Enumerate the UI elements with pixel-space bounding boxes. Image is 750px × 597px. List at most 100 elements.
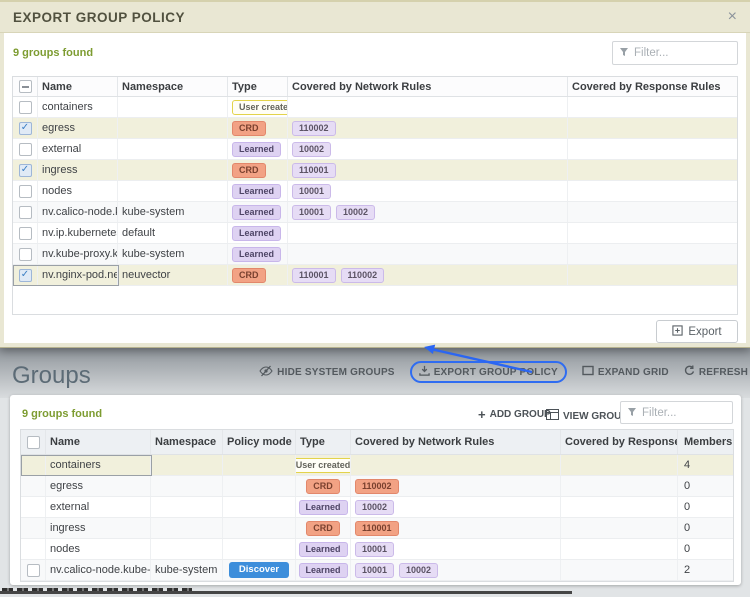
export-table-header: Name Namespace Type Covered by Network R… [13,77,737,97]
table-row[interactable]: external Learned 10002 0 [21,497,733,518]
row-checkbox[interactable] [18,142,32,156]
row-checkbox[interactable] [18,226,32,240]
table-row[interactable]: nodes Learned 10001 [13,181,737,202]
header-checkbox[interactable] [18,80,32,93]
modal-filter [612,41,738,65]
col-response-rules[interactable]: Covered by Response Rules [568,77,737,96]
table-row[interactable]: containers User created [13,97,737,118]
table-row[interactable]: ingress CRD 110001 0 [21,518,733,539]
export-group-policy-modal: EXPORT GROUP POLICY × 9 groups found Nam… [0,0,750,348]
groups-filter-input[interactable] [642,406,726,419]
rule-badge: 10002 [399,562,439,578]
type-badge: User created [296,457,350,473]
table-row[interactable]: nodes Learned 10001 0 [21,539,733,560]
groups-toolbar: HIDE SYSTEM GROUPS EXPORT GROUP POLICY E… [259,361,748,383]
type-badge: Learned [232,246,282,262]
view-group-icon [546,409,559,423]
hide-system-groups-button[interactable]: HIDE SYSTEM GROUPS [259,365,395,380]
export-button[interactable]: Export [656,320,738,343]
type-badge: Learned [232,183,282,199]
type-badge: Learned [298,562,348,578]
table-row[interactable]: ✓ nv.nginx-pod.neuv neuvector CRD 110001… [13,265,737,286]
col-type[interactable]: Type [296,430,351,454]
col-network-rules[interactable]: Covered by Network Rules [288,77,568,96]
table-row[interactable]: nv.kube-proxy.kub kube-system Learned [13,244,737,265]
rule-badge: 10001 [355,541,395,557]
col-policy-mode[interactable]: Policy mode [223,430,296,454]
expand-grid-icon [582,365,594,379]
rule-badge: 110001 [355,520,399,536]
page-title: Groups [12,362,91,389]
rule-badge: 10001 [292,183,332,199]
col-network-rules[interactable]: Covered by Network Rules [351,430,561,454]
cutoff-content-bar [0,591,572,594]
groups-filter [620,401,733,424]
row-checkbox[interactable]: ✓ [18,268,32,282]
type-badge: Learned [298,499,348,515]
row-checkbox[interactable]: ✓ [18,163,32,177]
row-checkbox[interactable] [18,184,32,198]
table-row[interactable]: external Learned 10002 [13,139,737,160]
table-row[interactable]: ✓ ingress CRD 110001 [13,160,737,181]
rule-badge: 110002 [340,267,385,283]
export-group-policy-button[interactable]: EXPORT GROUP POLICY [409,361,567,383]
modal-groups-count: 9 groups found [13,47,94,59]
type-badge: CRD [232,120,266,136]
indeterminate-mark [21,85,29,88]
table-row[interactable]: ✓ egress CRD 110002 [13,118,737,139]
export-icon [672,324,684,339]
col-response-rules[interactable]: Covered by Response R.. [561,430,678,454]
type-badge: CRD [232,267,266,283]
col-type[interactable]: Type [228,77,288,96]
filter-icon [627,404,637,422]
type-badge: Learned [298,541,348,557]
view-group-button[interactable]: VIEW GROUP [546,409,628,423]
groups-table-header: Name Namespace Policy mode Type Covered … [21,430,733,455]
modal-title: EXPORT GROUP POLICY [13,9,186,25]
table-row[interactable]: nv.calico-node.kube-sys kube-system Disc… [21,560,733,581]
header-checkbox[interactable] [26,435,40,449]
type-badge: CRD [306,478,340,494]
row-checkbox[interactable]: ✓ [18,121,32,135]
type-badge: User created [232,99,287,115]
add-group-button[interactable]: + ADD GROUP [478,406,551,422]
row-checkbox[interactable] [18,247,32,261]
close-icon[interactable]: × [728,9,737,25]
refresh-button[interactable]: REFRESH [684,365,748,379]
table-row[interactable]: containers User created 4 [21,455,733,476]
col-namespace[interactable]: Namespace [118,77,228,96]
row-checkbox[interactable] [26,563,40,577]
col-members[interactable]: Members [678,430,733,454]
type-badge: CRD [232,162,266,178]
groups-card: 9 groups found + ADD GROUP VIEW GROUP Na… [10,395,741,585]
filter-icon [619,44,629,62]
rule-badge: 10001 [292,204,332,220]
rule-badge: 10002 [336,204,376,220]
table-row[interactable]: egress CRD 110002 0 [21,476,733,497]
rule-badge: 10002 [292,141,332,157]
col-name[interactable]: Name [46,430,151,454]
groups-count: 9 groups found [22,408,103,420]
row-checkbox[interactable] [18,205,32,219]
table-row[interactable]: nv.ip.kubernetes.d default Learned [13,223,737,244]
modal-chrome [746,33,750,343]
table-row[interactable]: nv.calico-node.kub kube-system Learned 1… [13,202,737,223]
type-badge: CRD [306,520,340,536]
download-icon [418,365,430,379]
col-namespace[interactable]: Namespace [151,430,223,454]
type-badge: Learned [232,225,282,241]
expand-grid-button[interactable]: EXPAND GRID [582,365,669,379]
type-badge: Learned [232,141,282,157]
plus-icon: + [478,406,486,422]
type-badge: Learned [232,204,282,220]
rule-badge: 10001 [355,562,395,578]
modal-chrome [0,33,4,343]
rule-badge: 110001 [292,162,336,178]
modal-filter-input[interactable] [634,47,731,59]
rule-badge: 110002 [355,478,399,494]
rule-badge: 10002 [355,499,395,515]
modal-header: EXPORT GROUP POLICY × [0,0,750,33]
col-name[interactable]: Name [38,77,118,96]
rule-badge: 110002 [292,120,336,136]
row-checkbox[interactable] [18,100,32,114]
